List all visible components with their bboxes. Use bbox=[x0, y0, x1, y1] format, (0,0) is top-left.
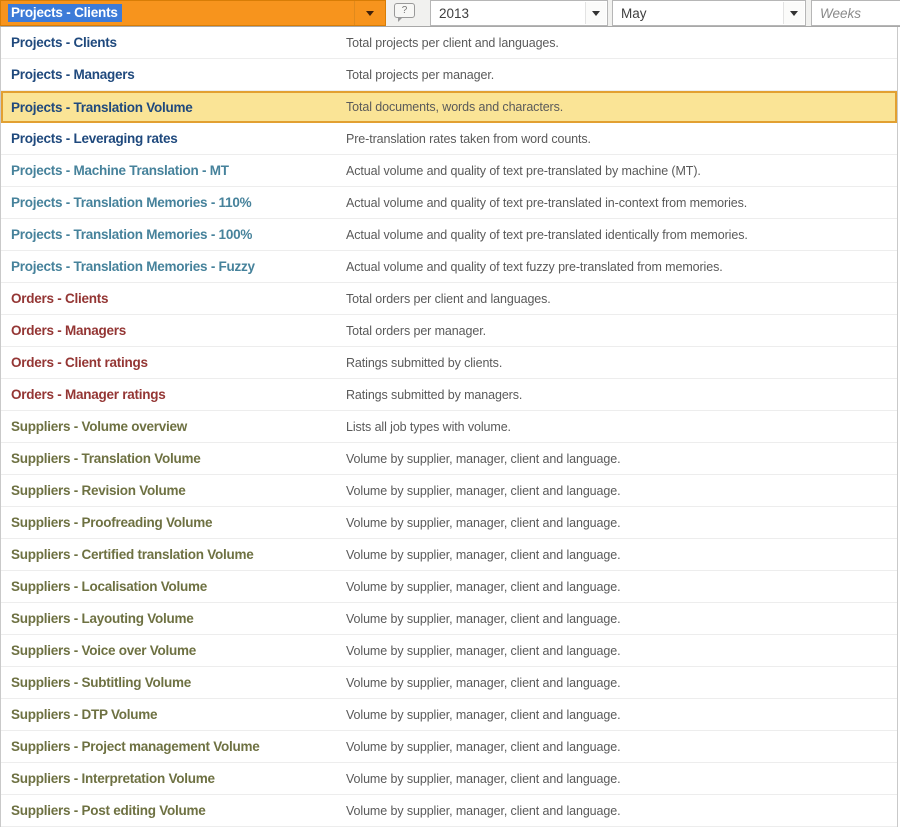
report-name: Suppliers - Voice over Volume bbox=[1, 643, 346, 658]
list-item[interactable]: Suppliers - Layouting VolumeVolume by su… bbox=[1, 603, 897, 635]
list-item[interactable]: Projects - ClientsTotal projects per cli… bbox=[1, 27, 897, 59]
list-item[interactable]: Orders - ManagersTotal orders per manage… bbox=[1, 315, 897, 347]
report-name: Projects - Managers bbox=[1, 67, 346, 82]
report-description: Actual volume and quality of text pre-tr… bbox=[346, 196, 747, 210]
year-value: 2013 bbox=[439, 6, 469, 21]
report-name: Suppliers - Revision Volume bbox=[1, 483, 346, 498]
list-item[interactable]: Projects - Leveraging ratesPre-translati… bbox=[1, 123, 897, 155]
list-item[interactable]: Suppliers - Volume overviewLists all job… bbox=[1, 411, 897, 443]
report-description: Ratings submitted by clients. bbox=[346, 356, 502, 370]
report-name: Projects - Translation Memories - 100% bbox=[1, 227, 346, 242]
month-dropdown[interactable]: May bbox=[612, 0, 806, 26]
list-item[interactable]: Projects - ManagersTotal projects per ma… bbox=[1, 59, 897, 91]
report-description: Total projects per client and languages. bbox=[346, 36, 559, 50]
report-description: Ratings submitted by managers. bbox=[346, 388, 522, 402]
list-item[interactable]: Orders - Manager ratingsRatings submitte… bbox=[1, 379, 897, 411]
list-item[interactable]: Suppliers - Subtitling VolumeVolume by s… bbox=[1, 667, 897, 699]
report-name: Suppliers - Localisation Volume bbox=[1, 579, 346, 594]
weeks-input[interactable]: Weeks bbox=[811, 0, 900, 26]
report-description: Volume by supplier, manager, client and … bbox=[346, 484, 620, 498]
report-name: Orders - Clients bbox=[1, 291, 346, 306]
list-item[interactable]: Suppliers - Certified translation Volume… bbox=[1, 539, 897, 571]
report-name: Projects - Translation Volume bbox=[3, 100, 346, 115]
list-item[interactable]: Suppliers - Voice over VolumeVolume by s… bbox=[1, 635, 897, 667]
report-name: Orders - Client ratings bbox=[1, 355, 346, 370]
list-item[interactable]: Projects - Machine Translation - MTActua… bbox=[1, 155, 897, 187]
report-description: Total documents, words and characters. bbox=[346, 100, 563, 114]
list-item[interactable]: Projects - Translation VolumeTotal docum… bbox=[1, 91, 897, 123]
report-description: Total orders per manager. bbox=[346, 324, 486, 338]
report-description: Volume by supplier, manager, client and … bbox=[346, 612, 620, 626]
report-description: Total projects per manager. bbox=[346, 68, 494, 82]
list-item[interactable]: Suppliers - Revision VolumeVolume by sup… bbox=[1, 475, 897, 507]
list-item[interactable]: Projects - Translation Memories - 100%Ac… bbox=[1, 219, 897, 251]
weeks-placeholder: Weeks bbox=[820, 6, 861, 21]
report-description: Total orders per client and languages. bbox=[346, 292, 551, 306]
list-item[interactable]: Suppliers - Interpretation VolumeVolume … bbox=[1, 763, 897, 795]
report-description: Actual volume and quality of text fuzzy … bbox=[346, 260, 723, 274]
report-description: Volume by supplier, manager, client and … bbox=[346, 516, 620, 530]
list-item[interactable]: Projects - Translation Memories - 110%Ac… bbox=[1, 187, 897, 219]
list-item[interactable]: Suppliers - Translation VolumeVolume by … bbox=[1, 443, 897, 475]
chevron-down-icon bbox=[585, 2, 606, 24]
question-mark-glyph: ? bbox=[402, 5, 408, 16]
list-item[interactable]: Suppliers - Post editing VolumeVolume by… bbox=[1, 795, 897, 827]
report-name: Suppliers - Layouting Volume bbox=[1, 611, 346, 626]
report-description: Volume by supplier, manager, client and … bbox=[346, 708, 620, 722]
report-name: Suppliers - Proofreading Volume bbox=[1, 515, 346, 530]
report-name: Orders - Managers bbox=[1, 323, 346, 338]
report-name: Suppliers - Translation Volume bbox=[1, 451, 346, 466]
report-name: Projects - Machine Translation - MT bbox=[1, 163, 346, 178]
list-item[interactable]: Suppliers - DTP VolumeVolume by supplier… bbox=[1, 699, 897, 731]
chevron-down-icon bbox=[783, 2, 804, 24]
month-value: May bbox=[621, 6, 647, 21]
report-description: Actual volume and quality of text pre-tr… bbox=[346, 228, 748, 242]
list-item[interactable]: Orders - Client ratingsRatings submitted… bbox=[1, 347, 897, 379]
chevron-down-icon bbox=[354, 1, 385, 25]
year-dropdown[interactable]: 2013 bbox=[430, 0, 608, 26]
report-name: Suppliers - Subtitling Volume bbox=[1, 675, 346, 690]
report-description: Volume by supplier, manager, client and … bbox=[346, 772, 620, 786]
report-list: Projects - ClientsTotal projects per cli… bbox=[0, 27, 898, 827]
report-name: Suppliers - Project management Volume bbox=[1, 739, 346, 754]
list-item[interactable]: Suppliers - Proofreading VolumeVolume by… bbox=[1, 507, 897, 539]
report-type-value: Projects - Clients bbox=[8, 4, 122, 22]
report-name: Orders - Manager ratings bbox=[1, 387, 346, 402]
report-name: Projects - Translation Memories - Fuzzy bbox=[1, 259, 346, 274]
report-description: Volume by supplier, manager, client and … bbox=[346, 580, 620, 594]
report-description: Volume by supplier, manager, client and … bbox=[346, 644, 620, 658]
list-item[interactable]: Suppliers - Project management VolumeVol… bbox=[1, 731, 897, 763]
report-name: Projects - Translation Memories - 110% bbox=[1, 195, 346, 210]
report-name: Suppliers - Volume overview bbox=[1, 419, 346, 434]
report-name: Suppliers - Interpretation Volume bbox=[1, 771, 346, 786]
report-description: Volume by supplier, manager, client and … bbox=[346, 740, 620, 754]
report-description: Lists all job types with volume. bbox=[346, 420, 511, 434]
report-description: Volume by supplier, manager, client and … bbox=[346, 452, 620, 466]
report-description: Volume by supplier, manager, client and … bbox=[346, 548, 620, 562]
report-description: Volume by supplier, manager, client and … bbox=[346, 676, 620, 690]
report-name: Projects - Clients bbox=[1, 35, 346, 50]
report-description: Volume by supplier, manager, client and … bbox=[346, 804, 620, 818]
list-item[interactable]: Orders - ClientsTotal orders per client … bbox=[1, 283, 897, 315]
report-name: Projects - Leveraging rates bbox=[1, 131, 346, 146]
toolbar: Projects - Clients ? 2013 May Weeks bbox=[0, 0, 900, 27]
report-name: Suppliers - Certified translation Volume bbox=[1, 547, 346, 562]
list-item[interactable]: Suppliers - Localisation VolumeVolume by… bbox=[1, 571, 897, 603]
help-icon[interactable]: ? bbox=[394, 3, 415, 18]
report-type-dropdown[interactable]: Projects - Clients bbox=[0, 0, 386, 26]
report-name: Suppliers - Post editing Volume bbox=[1, 803, 346, 818]
report-name: Suppliers - DTP Volume bbox=[1, 707, 346, 722]
report-description: Actual volume and quality of text pre-tr… bbox=[346, 164, 701, 178]
list-item[interactable]: Projects - Translation Memories - FuzzyA… bbox=[1, 251, 897, 283]
report-description: Pre-translation rates taken from word co… bbox=[346, 132, 591, 146]
